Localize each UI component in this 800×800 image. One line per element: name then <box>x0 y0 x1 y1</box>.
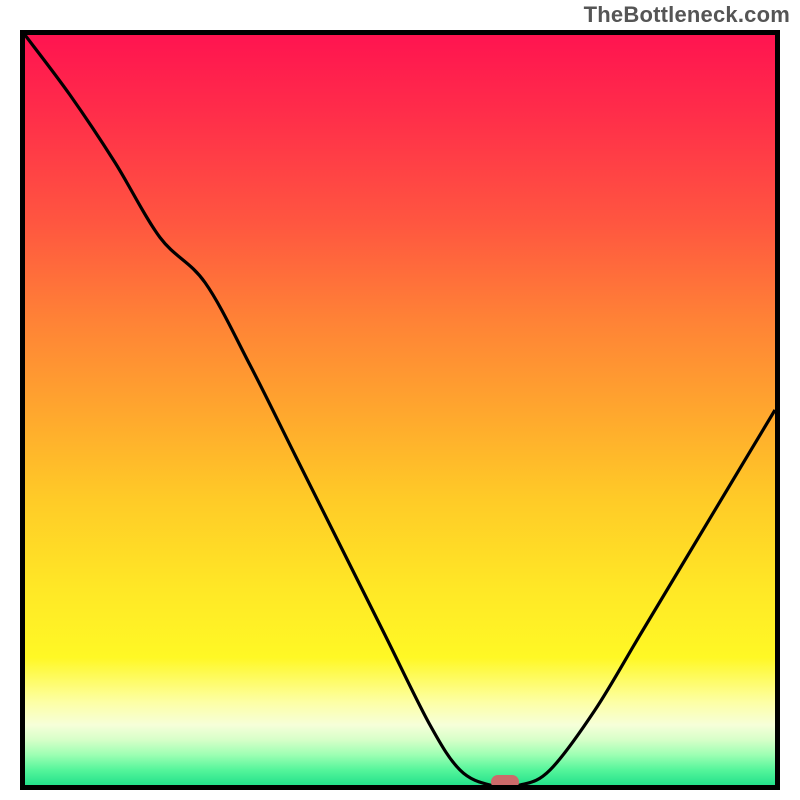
curve-path <box>25 35 775 785</box>
chart-container: TheBottleneck.com <box>0 0 800 800</box>
plot-frame <box>20 30 780 790</box>
watermark-text: TheBottleneck.com <box>584 2 790 28</box>
optimal-marker <box>491 775 519 789</box>
bottleneck-curve <box>25 35 775 785</box>
